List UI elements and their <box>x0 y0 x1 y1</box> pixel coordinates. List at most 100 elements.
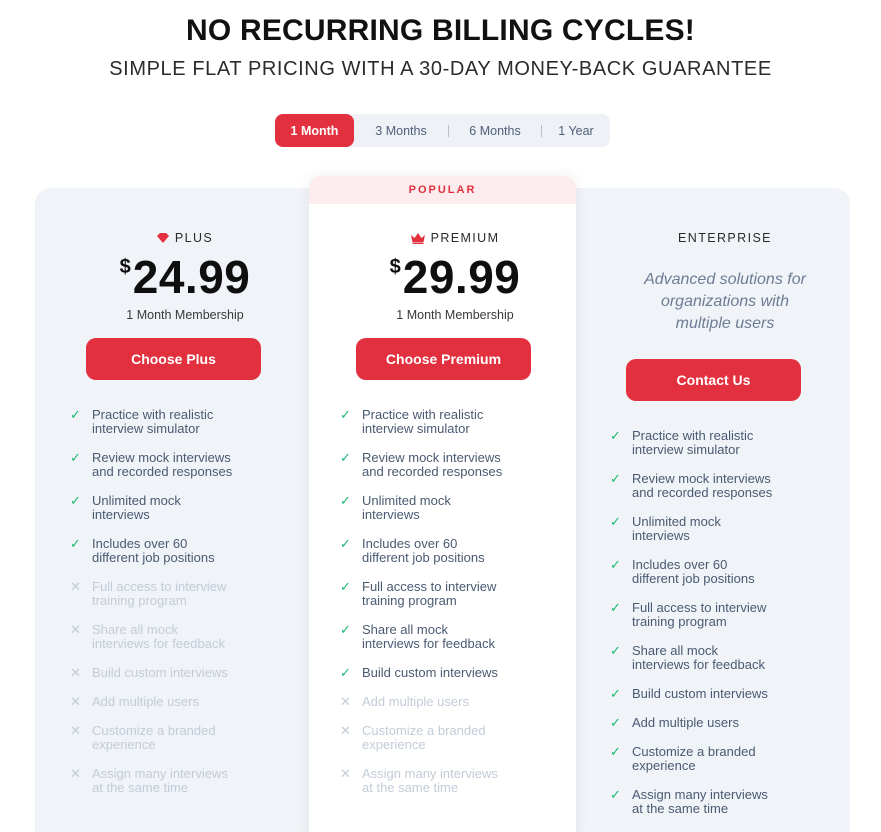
crown-icon <box>410 232 425 244</box>
feature-text: Build custom interviews <box>92 665 228 680</box>
period-option-6-months[interactable]: 6 Months <box>449 114 541 147</box>
check-icon: ✓ <box>340 622 351 637</box>
price-amount: 29.99 <box>402 251 521 303</box>
membership-label: 1 Month Membership <box>126 308 244 322</box>
feature-item: ✓ Review mock interviews and recorded resp… <box>340 451 540 479</box>
period-option-1-month[interactable]: 1 Month <box>275 114 354 147</box>
check-icon: ✓ <box>340 536 351 551</box>
price-amount: 24.99 <box>132 251 251 303</box>
feature-text: Unlimited mock interviews <box>632 514 721 543</box>
feature-item: ✓ Review mock interviews and recorded resp… <box>610 472 810 500</box>
feature-text: Assign many interviews at the same time <box>632 787 768 816</box>
cross-icon: ✕ <box>70 766 81 781</box>
feature-item: ✕ Assign many interviews at the same time <box>70 767 270 795</box>
feature-item: ✕ Customize a branded experience <box>340 724 540 752</box>
feature-text: Build custom interviews <box>632 686 768 701</box>
enterprise-description: Advanced solutions for organizations wit… <box>644 271 806 332</box>
feature-text: Practice with realistic interview simulat… <box>632 428 754 457</box>
plan-name: ENTERPRISE <box>678 231 772 245</box>
check-icon: ✓ <box>610 744 621 759</box>
feature-text: Share all mock interviews for feedback <box>92 622 225 651</box>
cross-icon: ✕ <box>70 723 81 738</box>
feature-item: ✓ Review mock interviews and recorded resp… <box>70 451 270 479</box>
check-icon: ✓ <box>610 787 621 802</box>
feature-text: Add multiple users <box>92 694 199 709</box>
feature-item: ✓ Build custom interviews <box>610 687 810 701</box>
period-option-3-months[interactable]: 3 Months <box>354 114 448 147</box>
feature-text: Unlimited mock interviews <box>362 493 451 522</box>
currency-symbol: $ <box>119 256 131 278</box>
check-icon: ✓ <box>610 600 621 615</box>
currency-symbol: $ <box>389 256 401 278</box>
feature-item: ✓ Full access to interview training progra… <box>340 580 540 608</box>
feature-text: Review mock interviews and recorded respo… <box>632 471 773 500</box>
feature-text: Assign many interviews at the same time <box>362 766 498 795</box>
feature-item: ✓ Practice with realistic interview simula… <box>340 408 540 436</box>
feature-text: Share all mock interviews for feedback <box>362 622 495 651</box>
feature-item: ✕ Add multiple users <box>70 695 270 709</box>
check-icon: ✓ <box>610 428 621 443</box>
check-icon: ✓ <box>340 493 351 508</box>
feature-item: ✓ Includes over 60 different job positions <box>340 537 540 565</box>
check-icon: ✓ <box>70 407 81 422</box>
plan-price: $24.99 <box>70 250 300 304</box>
feature-item: ✓ Customize a branded experience <box>610 745 810 773</box>
plan-name: PREMIUM <box>430 231 500 245</box>
check-icon: ✓ <box>610 471 621 486</box>
feature-item: ✓ Unlimited mock interviews <box>610 515 810 543</box>
feature-text: Full access to interview training program <box>362 579 497 608</box>
contact-us-button[interactable]: Contact Us <box>626 359 801 401</box>
cross-icon: ✕ <box>70 622 81 637</box>
feature-text: Full access to interview training program <box>92 579 227 608</box>
check-icon: ✓ <box>610 557 621 572</box>
page-title: NO RECURRING BILLING CYCLES! <box>186 14 695 47</box>
feature-text: Add multiple users <box>362 694 469 709</box>
period-option-1-year[interactable]: 1 Year <box>542 114 610 147</box>
feature-text: Practice with realistic interview simulat… <box>362 407 484 436</box>
choose-premium-button[interactable]: Choose Premium <box>356 338 531 380</box>
feature-item: ✓ Includes over 60 different job positions <box>610 558 810 586</box>
feature-item: ✕ Share all mock interviews for feedback <box>70 623 270 651</box>
feature-item: ✕ Build custom interviews <box>70 666 270 680</box>
billing-period-toggle: 1 Month 3 Months 6 Months 1 Year <box>275 114 610 147</box>
feature-item: ✓ Full access to interview training progra… <box>610 601 810 629</box>
feature-item: ✓ Share all mock interviews for feedback <box>610 644 810 672</box>
diamond-icon <box>156 233 169 243</box>
feature-item: ✕ Full access to interview training progra… <box>70 580 270 608</box>
feature-text: Share all mock interviews for feedback <box>632 643 765 672</box>
cross-icon: ✕ <box>70 694 81 709</box>
feature-text: Full access to interview training program <box>632 600 767 629</box>
feature-text: Includes over 60 different job positions <box>362 536 485 565</box>
page-subtitle: SIMPLE FLAT PRICING WITH A 30-DAY MONEY-… <box>109 58 772 80</box>
feature-text: Build custom interviews <box>362 665 498 680</box>
feature-item: ✓ Includes over 60 different job positions <box>70 537 270 565</box>
feature-text: Review mock interviews and recorded respo… <box>92 450 233 479</box>
choose-plus-button[interactable]: Choose Plus <box>86 338 261 380</box>
feature-text: Review mock interviews and recorded respo… <box>362 450 503 479</box>
plan-price: $29.99 <box>340 250 570 304</box>
feature-text: Assign many interviews at the same time <box>92 766 228 795</box>
feature-item: ✓ Add multiple users <box>610 716 810 730</box>
popular-badge: POPULAR <box>309 176 576 204</box>
check-icon: ✓ <box>70 450 81 465</box>
check-icon: ✓ <box>610 643 621 658</box>
feature-text: Includes over 60 different job positions <box>92 536 215 565</box>
feature-item: ✓ Practice with realistic interview simula… <box>610 429 810 457</box>
feature-text: Customize a branded experience <box>362 723 486 752</box>
membership-label: 1 Month Membership <box>396 308 514 322</box>
feature-item: ✓ Assign many interviews at the same time <box>610 788 810 816</box>
check-icon: ✓ <box>340 450 351 465</box>
check-icon: ✓ <box>70 493 81 508</box>
check-icon: ✓ <box>340 665 351 680</box>
cross-icon: ✕ <box>340 766 351 781</box>
check-icon: ✓ <box>340 407 351 422</box>
check-icon: ✓ <box>70 536 81 551</box>
check-icon: ✓ <box>340 579 351 594</box>
cross-icon: ✕ <box>340 723 351 738</box>
feature-item: ✕ Customize a branded experience <box>70 724 270 752</box>
check-icon: ✓ <box>610 686 621 701</box>
feature-text: Includes over 60 different job positions <box>632 557 755 586</box>
check-icon: ✓ <box>610 514 621 529</box>
feature-item: ✓ Build custom interviews <box>340 666 540 680</box>
plan-name: PLUS <box>174 231 214 245</box>
